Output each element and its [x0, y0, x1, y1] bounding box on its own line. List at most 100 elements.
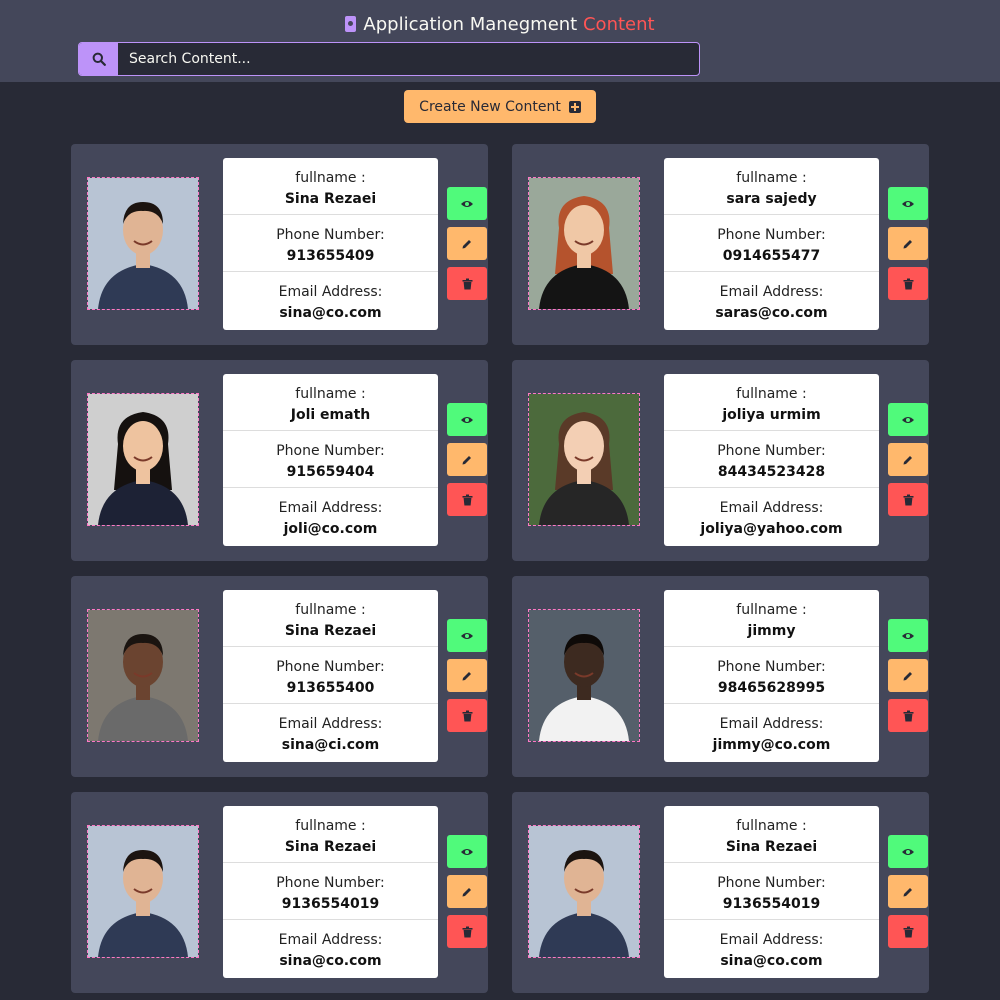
pencil-icon: [903, 671, 912, 680]
delete-button[interactable]: [447, 483, 487, 516]
avatar: [528, 177, 640, 310]
create-button-label: Create New Content: [419, 98, 561, 115]
card-actions: [447, 835, 487, 955]
view-button[interactable]: [888, 403, 928, 436]
contact-info: fullname : jimmy Phone Number: 98465628995 E…: [664, 590, 879, 762]
fullname-value: Joli emath: [290, 407, 371, 423]
contact-card: fullname : jimmy Phone Number: 98465628995 E…: [512, 576, 929, 777]
fullname-label: fullname :: [736, 602, 807, 618]
fullname-value: joliya urmim: [722, 407, 821, 423]
view-button[interactable]: [447, 835, 487, 868]
edit-button[interactable]: [447, 875, 487, 908]
trash-icon: [903, 494, 913, 505]
fullname-row: fullname : Sina Rezaei: [223, 158, 438, 215]
delete-button[interactable]: [447, 699, 487, 732]
phone-value: 0914655477: [722, 248, 821, 264]
contact-info: fullname : Sina Rezaei Phone Number: 913655…: [223, 806, 438, 978]
email-value: sina@co.com: [279, 305, 382, 321]
email-label: Email Address:: [719, 284, 824, 300]
edit-button[interactable]: [447, 443, 487, 476]
edit-button[interactable]: [888, 659, 928, 692]
contact-info: fullname : joliya urmim Phone Number: 84434…: [664, 374, 879, 546]
email-row: Email Address: sina@co.com: [223, 272, 438, 329]
fullname-label: fullname :: [736, 386, 807, 402]
fullname-label: fullname :: [295, 602, 366, 618]
fullname-row: fullname : Sina Rezaei: [664, 806, 879, 863]
fullname-value: sara sajedy: [726, 191, 817, 207]
fullname-value: jimmy: [747, 623, 796, 639]
phone-label: Phone Number:: [717, 443, 826, 459]
trash-icon: [462, 710, 472, 721]
email-value: sina@co.com: [720, 953, 823, 969]
view-button[interactable]: [447, 403, 487, 436]
fullname-row: fullname : jimmy: [664, 590, 879, 647]
edit-button[interactable]: [447, 659, 487, 692]
page-title: Application Manegment Content: [0, 12, 1000, 38]
avatar: [528, 609, 640, 742]
fullname-label: fullname :: [295, 170, 366, 186]
email-row: Email Address: sina@ci.com: [223, 704, 438, 761]
eye-icon: [902, 632, 914, 639]
phone-value: 913655400: [286, 680, 375, 696]
view-button[interactable]: [888, 835, 928, 868]
eye-icon: [461, 200, 473, 207]
title-accent: Content: [582, 14, 655, 35]
delete-button[interactable]: [447, 915, 487, 948]
edit-button[interactable]: [447, 227, 487, 260]
card-actions: [888, 619, 928, 739]
pencil-icon: [462, 887, 471, 896]
card-actions: [447, 403, 487, 523]
card-actions: [888, 835, 928, 955]
edit-button[interactable]: [888, 875, 928, 908]
delete-button[interactable]: [447, 267, 487, 300]
delete-button[interactable]: [888, 483, 928, 516]
email-value: sina@co.com: [279, 953, 382, 969]
eye-icon: [461, 632, 473, 639]
email-label: Email Address:: [719, 716, 824, 732]
fullname-label: fullname :: [736, 818, 807, 834]
phone-label: Phone Number:: [276, 875, 385, 891]
delete-button[interactable]: [888, 915, 928, 948]
trash-icon: [903, 278, 913, 289]
fullname-value: Sina Rezaei: [284, 191, 377, 207]
contact-card: fullname : Sina Rezaei Phone Number: 913655…: [71, 144, 488, 345]
view-button[interactable]: [447, 619, 487, 652]
trash-icon: [903, 926, 913, 937]
contact-card: fullname : Sina Rezaei Phone Number: 913655…: [512, 792, 929, 993]
edit-button[interactable]: [888, 227, 928, 260]
fullname-label: fullname :: [295, 818, 366, 834]
phone-row: Phone Number: 9136554019: [223, 863, 438, 920]
phone-row: Phone Number: 84434523428: [664, 431, 879, 488]
phone-row: Phone Number: 9136554019: [664, 863, 879, 920]
contact-info: fullname : Sina Rezaei Phone Number: 913655…: [664, 806, 879, 978]
search-button[interactable]: [79, 43, 118, 75]
eye-icon: [461, 416, 473, 423]
trash-icon: [903, 710, 913, 721]
fullname-value: Sina Rezaei: [725, 839, 818, 855]
pencil-icon: [462, 455, 471, 464]
view-button[interactable]: [888, 187, 928, 220]
email-row: Email Address: jimmy@co.com: [664, 704, 879, 761]
view-button[interactable]: [888, 619, 928, 652]
contact-card: fullname : joliya urmim Phone Number: 84434…: [512, 360, 929, 561]
view-button[interactable]: [447, 187, 487, 220]
fullname-row: fullname : Sina Rezaei: [223, 590, 438, 647]
email-row: Email Address: joliya@yahoo.com: [664, 488, 879, 545]
create-new-content-button[interactable]: Create New Content: [404, 90, 596, 123]
email-row: Email Address: joli@co.com: [223, 488, 438, 545]
search-bar: [78, 42, 700, 76]
trash-icon: [462, 926, 472, 937]
phone-value: 98465628995: [717, 680, 826, 696]
contact-card: fullname : sara sajedy Phone Number: 091465…: [512, 144, 929, 345]
search-icon: [92, 52, 106, 66]
fullname-row: fullname : sara sajedy: [664, 158, 879, 215]
search-input[interactable]: [119, 43, 699, 75]
email-value: joliya@yahoo.com: [700, 521, 843, 537]
delete-button[interactable]: [888, 699, 928, 732]
contact-card: fullname : Sina Rezaei Phone Number: 913655…: [71, 792, 488, 993]
delete-button[interactable]: [888, 267, 928, 300]
edit-button[interactable]: [888, 443, 928, 476]
phone-value: 913655409: [286, 248, 375, 264]
eye-icon: [461, 848, 473, 855]
contact-info: fullname : Sina Rezaei Phone Number: 913655…: [223, 590, 438, 762]
